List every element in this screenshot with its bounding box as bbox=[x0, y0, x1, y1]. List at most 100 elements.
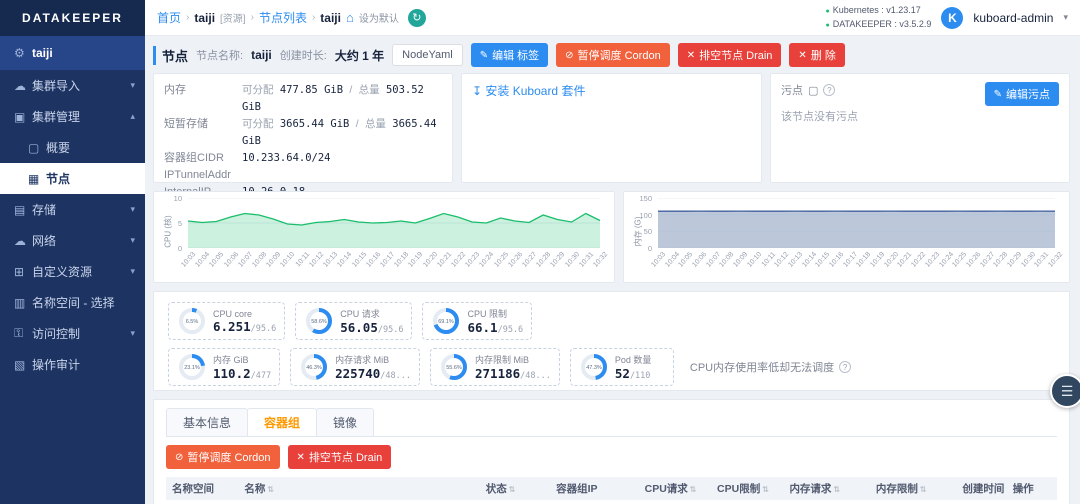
sort-icon[interactable]: ⇅ bbox=[509, 485, 516, 494]
x-tick-label: 10:25 bbox=[493, 251, 510, 269]
edit-taints-button[interactable]: ✎编辑污点 bbox=[985, 82, 1059, 106]
sidebar-item-storage[interactable]: ▤ 存储 ▾ bbox=[0, 194, 145, 225]
table-header-cell[interactable]: CPU限制⇅ bbox=[711, 477, 783, 500]
version-info: ●Kubernetes : v1.23.17 ●DATAKEEPER : v3.… bbox=[825, 4, 931, 32]
sidebar-item-access-control[interactable]: ⚿ 访问控制 ▾ bbox=[0, 318, 145, 349]
delete-button[interactable]: ✕删 除 bbox=[789, 43, 844, 67]
tab-basic-info[interactable]: 基本信息 bbox=[166, 408, 248, 436]
breadcrumb-separator: › bbox=[186, 12, 189, 23]
cordon-button[interactable]: ⊘暂停调度 Cordon bbox=[556, 43, 670, 67]
breadcrumb-nodes-link[interactable]: 节点列表 bbox=[259, 9, 307, 26]
x-tick-label: 10:03 bbox=[650, 251, 667, 269]
network-icon: ☁ bbox=[14, 234, 32, 248]
sort-icon[interactable]: ⇅ bbox=[690, 485, 697, 494]
table-header-cell[interactable]: 状态⇅ bbox=[480, 477, 550, 500]
cordon-button[interactable]: ⊘暂停调度 Cordon bbox=[166, 445, 280, 469]
breadcrumb-resource-tag: [资源] bbox=[220, 10, 246, 25]
x-tick-label: 10:16 bbox=[828, 251, 845, 269]
sidebar-item-cluster-manage[interactable]: ▣ 集群管理 ▴ bbox=[0, 101, 145, 132]
x-tick-label: 10:06 bbox=[223, 251, 240, 269]
chevron-down-icon: ▾ bbox=[130, 235, 135, 246]
node-name-value: taiji bbox=[251, 48, 272, 62]
sidebar-item-namespace-select[interactable]: ▥ 名称空间 - 选择 bbox=[0, 287, 145, 318]
edit-labels-button[interactable]: ✎编辑 标签 bbox=[471, 43, 548, 67]
x-tick-label: 10:14 bbox=[337, 251, 354, 269]
install-kuboard-link[interactable]: ↧ 安装 Kuboard 套件 bbox=[472, 84, 585, 98]
help-icon[interactable]: ? bbox=[823, 84, 835, 96]
username[interactable]: kuboard-admin bbox=[973, 11, 1053, 25]
set-default-label[interactable]: 设为默认 bbox=[359, 10, 399, 25]
bullet-icon: ● bbox=[825, 8, 829, 15]
taints-panel: 污点 ▢ ? 该节点没有污点 ✎编辑污点 bbox=[770, 73, 1070, 183]
table-row[interactable]: default072a12df-90b2-44dc-b079-9f3f82441… bbox=[166, 500, 1057, 504]
user-avatar[interactable]: K bbox=[941, 7, 963, 29]
x-tick-label: 10:11 bbox=[294, 251, 311, 268]
y-tick-label: 100 bbox=[632, 211, 652, 220]
table-header-cell: 操作 bbox=[1007, 477, 1057, 500]
node-detail-panel: 基本信息 容器组 镜像 ⊘暂停调度 Cordon ✕排空节点 Drain 名称空… bbox=[153, 399, 1070, 504]
scheduling-note: CPU内存使用率低却无法调度? bbox=[690, 359, 851, 375]
table-header-cell[interactable]: 内存请求⇅ bbox=[783, 477, 869, 500]
sidebar-item-cluster-import[interactable]: ☁ 集群导入 ▾ bbox=[0, 70, 145, 101]
table-header-cell[interactable]: 名称⇅ bbox=[238, 477, 479, 500]
gauge-donut-icon: 46.3% bbox=[299, 352, 329, 382]
chevron-down-icon[interactable]: ▾ bbox=[1063, 12, 1068, 23]
table-actions: ⊘暂停调度 Cordon ✕排空节点 Drain bbox=[166, 445, 1057, 469]
refresh-button[interactable]: ↻ bbox=[408, 9, 426, 27]
home-icon[interactable]: ⌂ bbox=[346, 10, 354, 25]
breadcrumb-node: taiji bbox=[320, 11, 341, 25]
sidebar-item-overview[interactable]: ▢ 概要 bbox=[0, 132, 145, 163]
drain-button[interactable]: ✕排空节点 Drain bbox=[288, 445, 392, 469]
sort-icon[interactable]: ⇅ bbox=[267, 485, 274, 494]
gauge-label: 内存限制 MiB bbox=[475, 353, 551, 366]
download-icon: ↧ bbox=[472, 84, 482, 98]
gauge-card: 23.1%内存 GiB110.2/477 bbox=[168, 348, 280, 386]
sidebar-item-custom-resources[interactable]: ⊞ 自定义资源 ▾ bbox=[0, 256, 145, 287]
cell-cpu-limit: 4000m (0%) bbox=[711, 500, 783, 504]
svg-text:58.6%: 58.6% bbox=[311, 319, 327, 325]
sort-icon[interactable]: ⇅ bbox=[920, 485, 927, 494]
breadcrumb-cluster[interactable]: taiji bbox=[194, 11, 215, 25]
chevron-down-icon: ▾ bbox=[130, 204, 135, 215]
floating-help-button[interactable]: ☰ bbox=[1050, 374, 1080, 408]
memory-usage-chart: 内存 (G)05010015010:0310:0410:0510:0610:07… bbox=[623, 191, 1070, 283]
node-yaml-button[interactable]: NodeYaml bbox=[392, 44, 463, 66]
sidebar-item-audit[interactable]: ▧ 操作审计 bbox=[0, 349, 145, 380]
chevron-down-icon: ▾ bbox=[130, 328, 135, 339]
table-header-cell[interactable]: CPU请求⇅ bbox=[639, 477, 711, 500]
namespace-icon: ▥ bbox=[14, 296, 32, 310]
x-tick-label: 10:05 bbox=[209, 251, 226, 269]
tab-pods[interactable]: 容器组 bbox=[247, 408, 317, 436]
table-header-cell[interactable]: 创建时间⇅ bbox=[956, 477, 1006, 500]
ban-icon: ⊘ bbox=[175, 452, 183, 463]
sidebar-item-network[interactable]: ☁ 网络 ▾ bbox=[0, 225, 145, 256]
x-tick-label: 10:24 bbox=[479, 251, 496, 269]
x-tick-label: 10:04 bbox=[194, 251, 211, 269]
sort-icon[interactable]: ⇅ bbox=[833, 485, 840, 494]
sidebar-item-nodes[interactable]: ▦ 节点 bbox=[0, 163, 145, 194]
x-tick-label: 10:09 bbox=[732, 251, 749, 269]
breadcrumb-home-link[interactable]: 首页 bbox=[157, 9, 181, 26]
chart-plot bbox=[658, 198, 1055, 248]
field-label: 短暂存储 bbox=[164, 116, 242, 150]
table-header-cell[interactable]: 内存限制⇅ bbox=[870, 477, 956, 500]
bullet-icon: ● bbox=[825, 22, 829, 29]
sidebar-item-cluster-taiji[interactable]: ⚙ taiji bbox=[0, 36, 145, 70]
gauge-card: 47.3%Pod 数量52/110 bbox=[570, 348, 674, 386]
tab-images[interactable]: 镜像 bbox=[316, 408, 374, 436]
top-bar: 首页 › taiji [资源] › 节点列表 › taiji ⌂ 设为默认 ↻ … bbox=[145, 0, 1080, 36]
x-tick-label: 10:08 bbox=[251, 251, 268, 269]
cell-pod-ip: 10.233.64.22 bbox=[550, 500, 638, 504]
breadcrumb-separator: › bbox=[251, 12, 254, 23]
field-label: 内存 bbox=[164, 82, 242, 116]
sort-icon[interactable]: ⇅ bbox=[762, 485, 769, 494]
gauge-value: 225740/48... bbox=[335, 366, 411, 381]
gauge-value: 52/110 bbox=[615, 366, 652, 381]
cell-pod-name[interactable]: 072a12df-90b2-44dc-b079-9f3f82441cf2-jnb… bbox=[238, 500, 479, 504]
kuboard-suite-panel: ↧ 安装 Kuboard 套件 bbox=[461, 73, 762, 183]
breadcrumb-separator: › bbox=[312, 12, 315, 23]
help-icon[interactable]: ? bbox=[839, 361, 851, 373]
gauge-donut-icon: 69.1% bbox=[431, 306, 461, 336]
drain-button[interactable]: ✕排空节点 Drain bbox=[678, 43, 782, 67]
cell-mem-request: 16384 MiB (3%) bbox=[783, 500, 869, 504]
